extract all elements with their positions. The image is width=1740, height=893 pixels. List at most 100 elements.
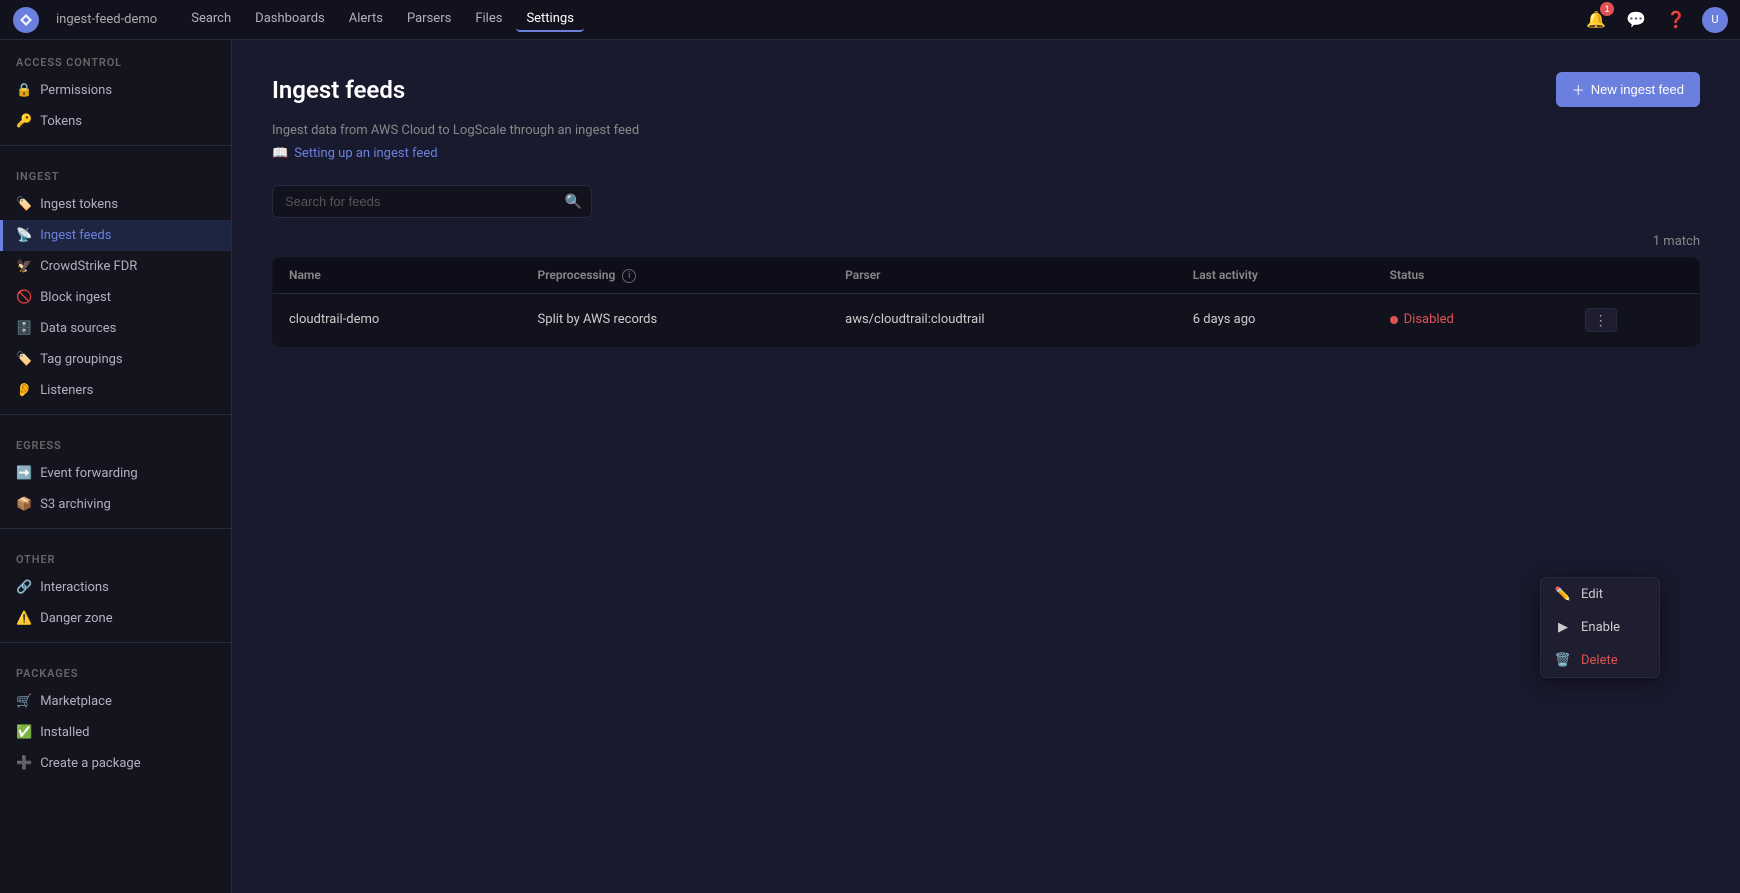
sidebar-item-ingest-tokens[interactable]: 🏷️ Ingest tokens bbox=[0, 189, 231, 220]
dropdown-edit-label: Edit bbox=[1581, 587, 1603, 602]
sidebar-label-ingest-tokens: Ingest tokens bbox=[40, 197, 118, 212]
sidebar-item-crowdstrike-fdr[interactable]: 🦅 CrowdStrike FDR bbox=[0, 251, 231, 282]
topnav: ingest-feed-demo Search Dashboards Alert… bbox=[0, 0, 1740, 40]
sidebar-label-ingest-feeds: Ingest feeds bbox=[40, 228, 111, 243]
sidebar-label-interactions: Interactions bbox=[40, 580, 109, 595]
market-icon: 🛒 bbox=[16, 694, 32, 709]
dropdown-edit[interactable]: ✏️ Edit bbox=[1541, 578, 1659, 611]
search-input[interactable] bbox=[272, 185, 592, 218]
sidebar-label-s3-archiving: S3 archiving bbox=[40, 497, 111, 512]
key-icon: 🔑 bbox=[16, 114, 32, 129]
page-subtitle: Ingest data from AWS Cloud to LogScale t… bbox=[272, 123, 1700, 138]
doc-link[interactable]: 📖 Setting up an ingest feed bbox=[272, 146, 1700, 161]
sidebar-label-installed: Installed bbox=[40, 725, 89, 740]
dropdown-enable-label: Enable bbox=[1581, 620, 1620, 635]
block-icon: 🚫 bbox=[16, 290, 32, 305]
new-feed-button-label: New ingest feed bbox=[1591, 82, 1684, 97]
table-header: Name Preprocessing i Parser Last activit… bbox=[273, 258, 1700, 294]
sidebar-item-listeners[interactable]: 👂 Listeners bbox=[0, 375, 231, 406]
sidebar-item-data-sources[interactable]: 🗄️ Data sources bbox=[0, 313, 231, 344]
col-last-activity: Last activity bbox=[1177, 258, 1374, 294]
doc-icon: 📖 bbox=[272, 146, 288, 161]
sidebar-divider-1 bbox=[0, 145, 231, 146]
sidebar-item-block-ingest[interactable]: 🚫 Block ingest bbox=[0, 282, 231, 313]
sidebar-label-data-sources: Data sources bbox=[40, 321, 116, 336]
table-body: cloudtrail-demo Split by AWS records aws… bbox=[273, 293, 1700, 346]
table-row: cloudtrail-demo Split by AWS records aws… bbox=[273, 293, 1700, 346]
sidebar-item-marketplace[interactable]: 🛒 Marketplace bbox=[0, 686, 231, 717]
archive-icon: 📦 bbox=[16, 497, 32, 512]
database-icon: 🗄️ bbox=[16, 321, 32, 336]
sidebar-label-crowdstrike-fdr: CrowdStrike FDR bbox=[40, 259, 137, 274]
brand-label: ingest-feed-demo bbox=[56, 12, 157, 27]
sidebar-item-ingest-feeds[interactable]: 📡 Ingest feeds bbox=[0, 220, 231, 251]
sidebar-item-interactions[interactable]: 🔗 Interactions bbox=[0, 572, 231, 603]
col-parser: Parser bbox=[829, 258, 1177, 294]
sidebar-section-egress: Egress bbox=[0, 423, 231, 458]
sidebar-item-tag-groupings[interactable]: 🏷️ Tag groupings bbox=[0, 344, 231, 375]
nav-alerts[interactable]: Alerts bbox=[339, 7, 393, 32]
sidebar-label-create-package: Create a package bbox=[40, 756, 140, 771]
feed-icon: 📡 bbox=[16, 228, 32, 243]
sidebar-divider-4 bbox=[0, 642, 231, 643]
interact-icon: 🔗 bbox=[16, 580, 32, 595]
preprocessing-info-icon[interactable]: i bbox=[622, 269, 636, 283]
nav-parsers[interactable]: Parsers bbox=[397, 7, 461, 32]
sidebar-item-permissions[interactable]: 🔒 Permissions bbox=[0, 75, 231, 106]
sidebar-section-access-control: Access control bbox=[0, 40, 231, 75]
bird-icon: 🦅 bbox=[16, 259, 32, 274]
search-bar: 🔍 bbox=[272, 185, 592, 218]
notifications-button[interactable]: 🔔 bbox=[1582, 6, 1610, 34]
trash-icon: 🗑️ bbox=[1555, 653, 1571, 668]
sidebar-item-installed[interactable]: ✅ Installed bbox=[0, 717, 231, 748]
app-logo bbox=[12, 6, 40, 34]
sidebar: Access control 🔒 Permissions 🔑 Tokens In… bbox=[0, 40, 232, 893]
sidebar-label-listeners: Listeners bbox=[40, 383, 93, 398]
shield-icon: 🔒 bbox=[16, 83, 32, 98]
row-dropdown-menu: ✏️ Edit ▶ Enable 🗑️ Delete bbox=[1540, 577, 1660, 678]
sidebar-label-tag-groupings: Tag groupings bbox=[40, 352, 122, 367]
page-header: Ingest feeds ＋ New ingest feed bbox=[272, 72, 1700, 107]
main-layout: Access control 🔒 Permissions 🔑 Tokens In… bbox=[0, 40, 1740, 893]
row-preprocessing: Split by AWS records bbox=[522, 293, 830, 346]
row-actions: ⋮ bbox=[1569, 293, 1700, 346]
sidebar-item-event-forwarding[interactable]: ➡️ Event forwarding bbox=[0, 458, 231, 489]
sidebar-section-packages: Packages bbox=[0, 651, 231, 686]
help-button[interactable]: ❓ bbox=[1662, 6, 1690, 34]
nav-settings[interactable]: Settings bbox=[516, 7, 583, 32]
nav-search[interactable]: Search bbox=[181, 7, 241, 32]
sidebar-section-ingest: Ingest bbox=[0, 154, 231, 189]
col-actions bbox=[1569, 258, 1700, 294]
dropdown-delete[interactable]: 🗑️ Delete bbox=[1541, 644, 1659, 677]
sidebar-divider-3 bbox=[0, 528, 231, 529]
new-ingest-feed-button[interactable]: ＋ New ingest feed bbox=[1556, 72, 1700, 107]
tag-group-icon: 🏷️ bbox=[16, 352, 32, 367]
row-action-button[interactable]: ⋮ bbox=[1585, 308, 1617, 332]
feeds-table: Name Preprocessing i Parser Last activit… bbox=[272, 257, 1700, 347]
status-label: Disabled bbox=[1404, 312, 1454, 327]
main-content: Ingest feeds ＋ New ingest feed Ingest da… bbox=[232, 40, 1740, 893]
nav-files[interactable]: Files bbox=[465, 7, 512, 32]
sidebar-item-s3-archiving[interactable]: 📦 S3 archiving bbox=[0, 489, 231, 520]
topnav-icons: 🔔 💬 ❓ U bbox=[1582, 6, 1728, 34]
table-container: Name Preprocessing i Parser Last activit… bbox=[272, 257, 1700, 347]
col-preprocessing: Preprocessing i bbox=[522, 258, 830, 294]
messages-button[interactable]: 💬 bbox=[1622, 6, 1650, 34]
col-name: Name bbox=[273, 258, 522, 294]
pencil-icon: ✏️ bbox=[1555, 587, 1571, 602]
sidebar-divider-2 bbox=[0, 414, 231, 415]
search-icon: 🔍 bbox=[565, 194, 582, 210]
user-avatar[interactable]: U bbox=[1702, 7, 1728, 33]
sidebar-item-danger-zone[interactable]: ⚠️ Danger zone bbox=[0, 603, 231, 634]
dropdown-enable[interactable]: ▶ Enable bbox=[1541, 611, 1659, 644]
sidebar-section-other: Other bbox=[0, 537, 231, 572]
row-status: Disabled bbox=[1374, 293, 1569, 346]
match-count: 1 match bbox=[272, 234, 1700, 249]
sidebar-item-tokens[interactable]: 🔑 Tokens bbox=[0, 106, 231, 137]
sidebar-item-create-package[interactable]: ➕ Create a package bbox=[0, 748, 231, 779]
dropdown-delete-label: Delete bbox=[1581, 653, 1618, 668]
listen-icon: 👂 bbox=[16, 383, 32, 398]
tag-icon: 🏷️ bbox=[16, 197, 32, 212]
sidebar-label-tokens: Tokens bbox=[40, 114, 82, 129]
nav-dashboards[interactable]: Dashboards bbox=[245, 7, 335, 32]
